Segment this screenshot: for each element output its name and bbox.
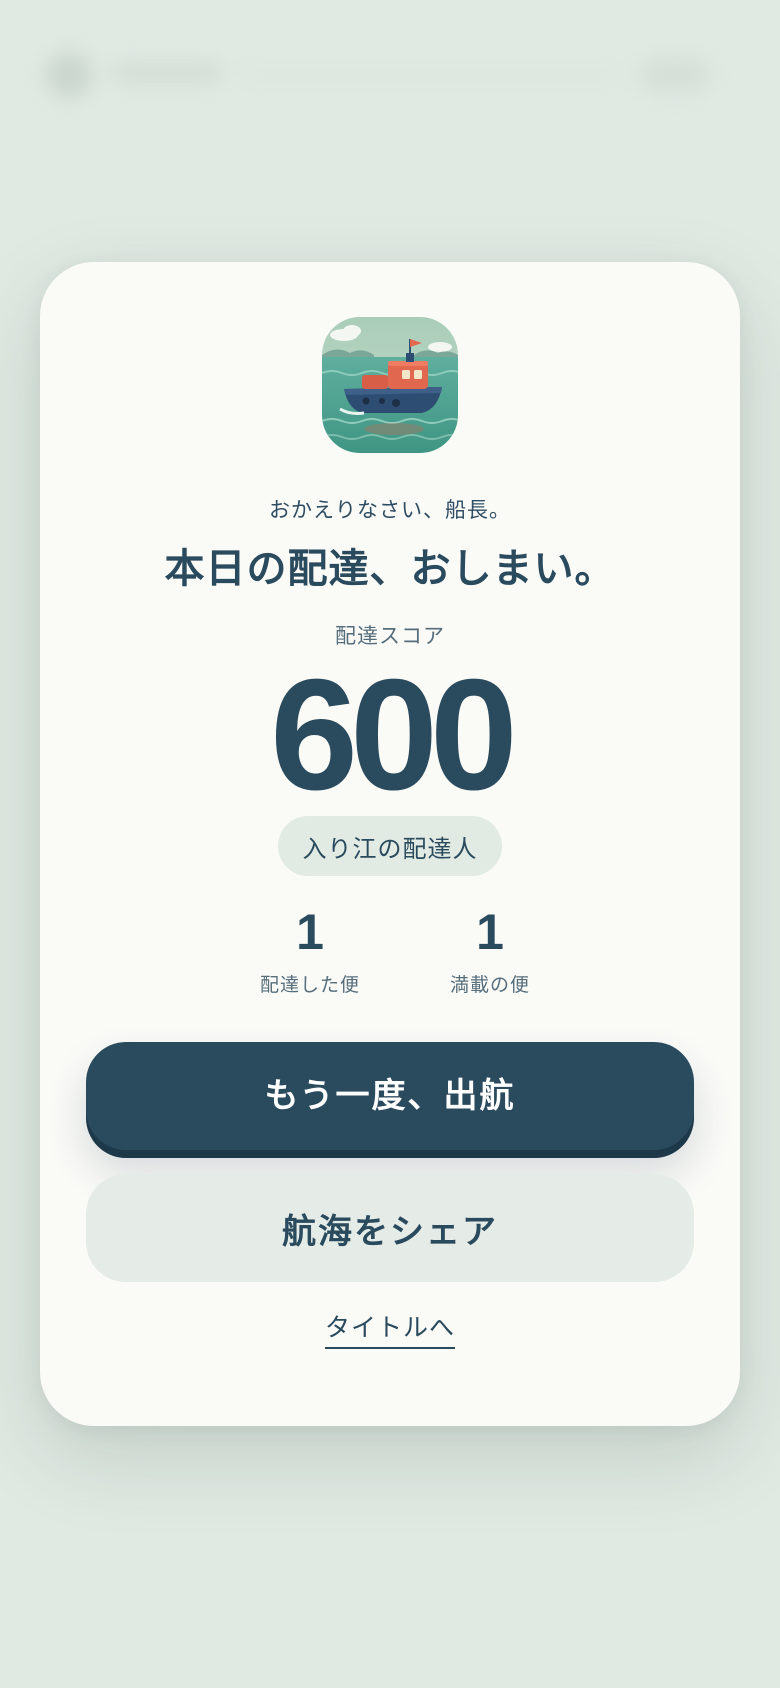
background-divider (240, 72, 620, 78)
stat-delivered: 1 配達した便 (230, 902, 390, 997)
sail-again-button[interactable]: もう一度、出航 (86, 1042, 694, 1150)
share-voyage-button[interactable]: 航海をシェア (86, 1174, 694, 1282)
greeting-text: おかえりなさい、船長。 (269, 498, 511, 522)
rank-badge: 入り江の配達人 (278, 816, 502, 876)
title-link-container: タイトルへ (40, 1308, 740, 1349)
background-menu-pill (640, 58, 710, 92)
score-value: 600 (270, 647, 518, 823)
back-to-title-link[interactable]: タイトルへ (324, 1308, 455, 1349)
boat-icon (322, 317, 458, 453)
stats-row: 1 配達した便 1 満載の便 (40, 902, 740, 1002)
background-logo (46, 52, 92, 98)
background-header (0, 0, 780, 160)
result-card: おかえりなさい、船長。 本日の配達、おしまい。 配達スコア 600 入り江の配達… (40, 262, 740, 1426)
stat-full-load-label: 満載の便 (449, 974, 530, 996)
stat-delivered-label: 配達した便 (259, 974, 360, 996)
background-title (112, 64, 222, 82)
stat-full-load-value: 1 (476, 904, 504, 960)
stat-full-load: 1 満載の便 (410, 902, 570, 997)
result-headline: 本日の配達、おしまい。 (164, 546, 616, 592)
stat-delivered-value: 1 (296, 904, 324, 960)
